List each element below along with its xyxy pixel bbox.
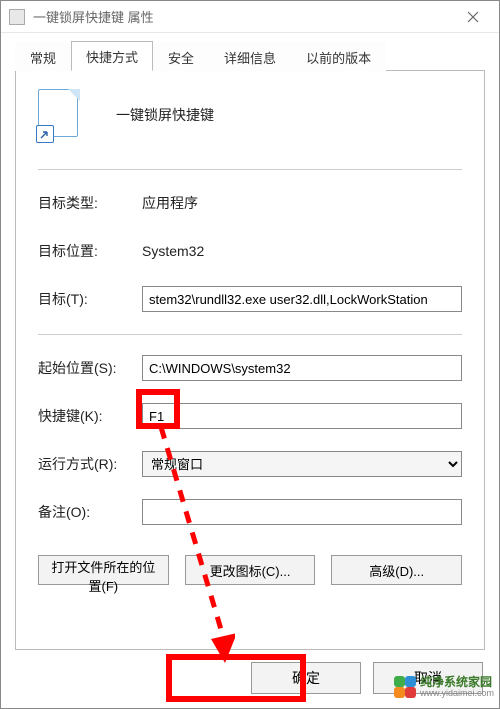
icon-row: 一键锁屏快捷键 [38, 89, 462, 141]
watermark: 纯净系统家园 www.yidaimei.com [394, 676, 494, 699]
tab-previous[interactable]: 以前的版本 [291, 42, 386, 71]
shortcut-name-label: 一键锁屏快捷键 [116, 105, 214, 125]
watermark-url: www.yidaimei.com [420, 689, 494, 699]
input-start-in[interactable] [142, 355, 462, 381]
window-title: 一键锁屏快捷键 属性 [33, 7, 451, 26]
label-target-type: 目标类型: [38, 193, 142, 213]
divider-1 [38, 169, 462, 170]
label-comment: 备注(O): [38, 502, 142, 522]
input-shortcut-key[interactable] [142, 403, 462, 429]
field-run: 运行方式(R): 常规窗口 [38, 451, 462, 477]
input-target[interactable] [142, 286, 462, 312]
shortcut-file-icon [38, 89, 80, 141]
field-comment: 备注(O): [38, 499, 462, 525]
tab-details[interactable]: 详细信息 [209, 42, 291, 71]
value-target-location: System32 [142, 243, 204, 259]
field-target-type: 目标类型: 应用程序 [38, 190, 462, 216]
field-target: 目标(T): [38, 286, 462, 312]
field-shortcut-key: 快捷键(K): [38, 403, 462, 429]
label-start-in: 起始位置(S): [38, 358, 142, 378]
app-icon [9, 9, 25, 25]
label-run: 运行方式(R): [38, 454, 142, 474]
properties-window: 一键锁屏快捷键 属性 常规 快捷方式 安全 详细信息 以前的版本 一键锁屏快捷键 [0, 0, 500, 709]
watermark-logo-icon [394, 676, 416, 698]
field-target-location: 目标位置: System32 [38, 238, 462, 264]
input-comment[interactable] [142, 499, 462, 525]
change-icon-button[interactable]: 更改图标(C)... [185, 555, 316, 585]
content-area: 常规 快捷方式 安全 详细信息 以前的版本 一键锁屏快捷键 目标类型: [1, 33, 499, 650]
label-target-location: 目标位置: [38, 241, 142, 261]
label-target: 目标(T): [38, 289, 142, 309]
tab-page-shortcut: 一键锁屏快捷键 目标类型: 应用程序 目标位置: System32 目标(T):… [15, 71, 485, 650]
tab-shortcut[interactable]: 快捷方式 [71, 41, 153, 71]
button-row: 打开文件所在的位置(F) 更改图标(C)... 高级(D)... [38, 555, 462, 585]
ok-button[interactable]: 确定 [251, 662, 361, 694]
label-shortcut-key: 快捷键(K): [38, 406, 142, 426]
close-button[interactable] [451, 2, 495, 32]
close-icon [467, 11, 479, 23]
tab-general[interactable]: 常规 [15, 42, 71, 71]
tab-bar: 常规 快捷方式 安全 详细信息 以前的版本 [15, 43, 485, 71]
shortcut-arrow-icon [39, 128, 51, 140]
tab-security[interactable]: 安全 [153, 42, 209, 71]
divider-2 [38, 334, 462, 335]
field-start-in: 起始位置(S): [38, 355, 462, 381]
open-file-location-button[interactable]: 打开文件所在的位置(F) [38, 555, 169, 585]
select-run[interactable]: 常规窗口 [142, 451, 462, 477]
titlebar: 一键锁屏快捷键 属性 [1, 1, 499, 33]
value-target-type: 应用程序 [142, 193, 198, 213]
advanced-button[interactable]: 高级(D)... [331, 555, 462, 585]
